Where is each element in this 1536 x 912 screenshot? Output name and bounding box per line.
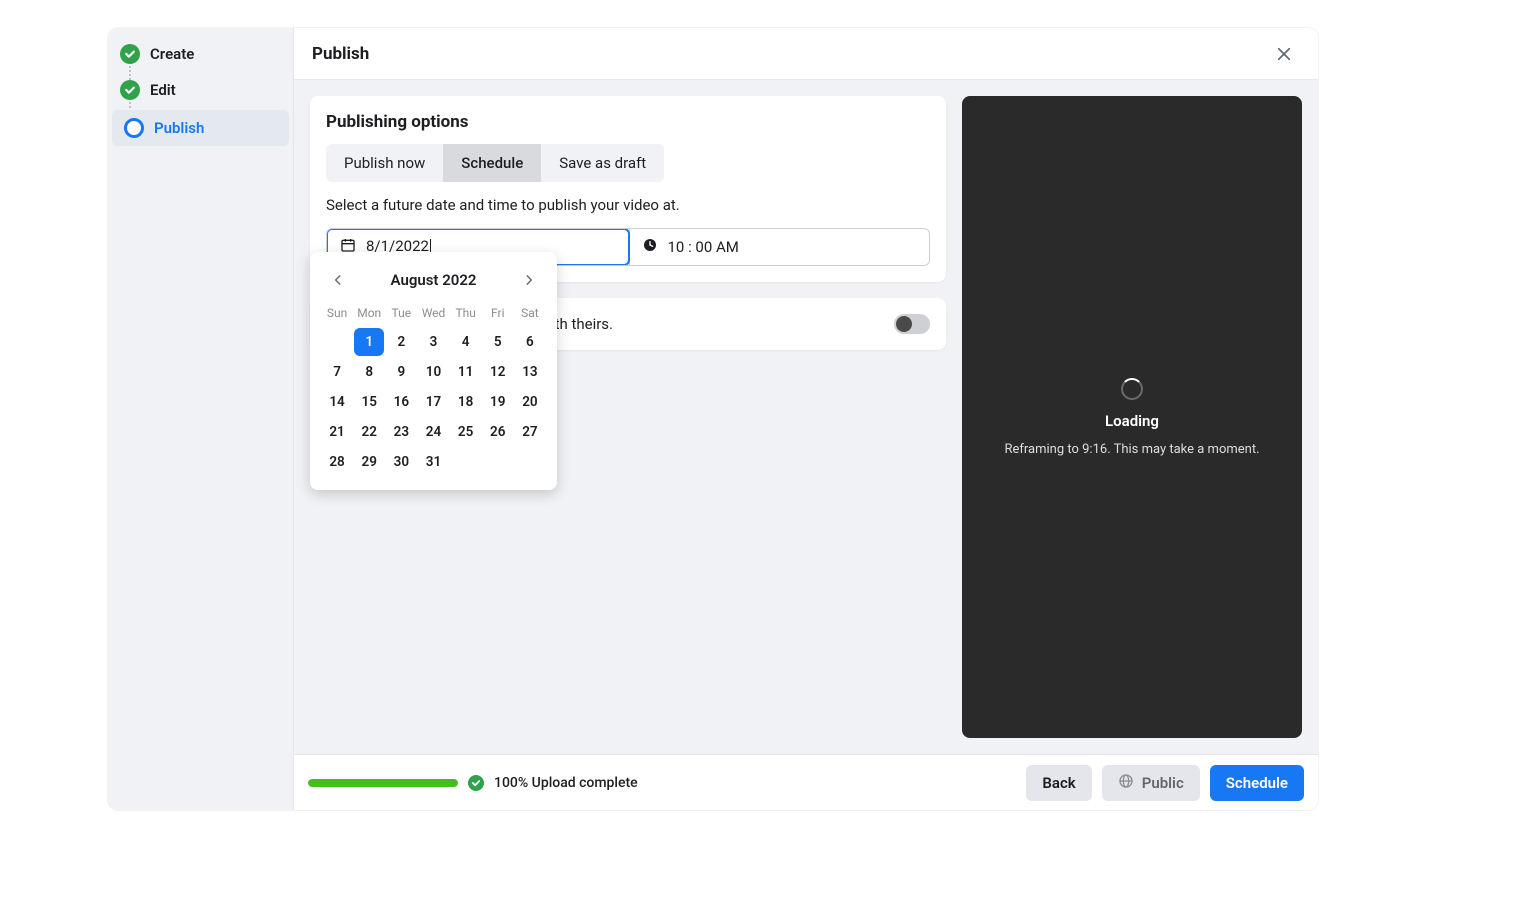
- current-step-icon: [124, 118, 144, 138]
- upload-progress-bar: [308, 779, 458, 787]
- calendar-day[interactable]: 16: [386, 388, 416, 416]
- calendar-day[interactable]: 30: [386, 448, 416, 476]
- calendar-day[interactable]: 28: [322, 448, 352, 476]
- close-button[interactable]: [1268, 38, 1300, 70]
- dialog-header: Publish: [294, 28, 1318, 80]
- calendar-day[interactable]: 25: [451, 418, 481, 446]
- page-title: Publish: [312, 44, 369, 64]
- main-panel: Publish Publishing options Publish now S…: [293, 28, 1318, 810]
- stepper-sidebar: Create Edit Publish: [108, 28, 293, 810]
- calendar-day[interactable]: 19: [483, 388, 513, 416]
- calendar-day[interactable]: 13: [515, 358, 545, 386]
- upload-status-text: 100% Upload complete: [494, 775, 638, 791]
- calendar-day[interactable]: 29: [354, 448, 384, 476]
- calendar-grid: SunMonTueWedThuFriSat1234567891011121314…: [322, 302, 545, 476]
- calendar-day[interactable]: 26: [483, 418, 513, 446]
- calendar-day[interactable]: 24: [418, 418, 448, 446]
- calendar-dow: Fri: [483, 302, 513, 326]
- next-month-button[interactable]: [517, 268, 541, 292]
- schedule-button[interactable]: Schedule: [1210, 765, 1304, 801]
- toggle-knob: [896, 316, 912, 332]
- preview-loading-title: Loading: [1105, 412, 1159, 430]
- calendar-day[interactable]: 15: [354, 388, 384, 416]
- audience-button[interactable]: Public: [1102, 765, 1200, 801]
- check-icon: [120, 44, 140, 64]
- calendar-day[interactable]: 5: [483, 328, 513, 356]
- calendar-month-label: August 2022: [391, 271, 477, 289]
- check-icon: [120, 80, 140, 100]
- calendar-day[interactable]: 4: [451, 328, 481, 356]
- video-preview-panel: Loading Reframing to 9:16. This may take…: [962, 96, 1302, 738]
- calendar-dow: Sat: [515, 302, 545, 326]
- calendar-day[interactable]: 8: [354, 358, 384, 386]
- globe-icon: [1118, 773, 1134, 793]
- calendar-day[interactable]: 18: [451, 388, 481, 416]
- audience-label: Public: [1142, 774, 1184, 792]
- step-label: Create: [150, 45, 194, 63]
- calendar-day[interactable]: 31: [418, 448, 448, 476]
- calendar-day[interactable]: 9: [386, 358, 416, 386]
- calendar-day[interactable]: 6: [515, 328, 545, 356]
- date-picker-popover: August 2022 SunMonTueWedThuFriSat1234567…: [310, 252, 557, 490]
- calendar-dow: Tue: [386, 302, 416, 326]
- calendar-day[interactable]: 20: [515, 388, 545, 416]
- remix-toggle[interactable]: [894, 314, 930, 334]
- upload-status: 100% Upload complete: [308, 775, 638, 791]
- section-title: Publishing options: [326, 112, 930, 132]
- step-create[interactable]: Create: [108, 36, 293, 72]
- calendar-dow: Wed: [418, 302, 448, 326]
- schedule-hint: Select a future date and time to publish…: [326, 196, 930, 214]
- tab-schedule[interactable]: Schedule: [443, 144, 541, 182]
- tab-save-draft[interactable]: Save as draft: [541, 144, 664, 182]
- step-edit[interactable]: Edit: [108, 72, 293, 108]
- calendar-day[interactable]: 22: [354, 418, 384, 446]
- calendar-day[interactable]: 23: [386, 418, 416, 446]
- calendar-day[interactable]: 1: [354, 328, 384, 356]
- calendar-dow: Mon: [354, 302, 384, 326]
- publish-dialog: Create Edit Publish Publish Publishi: [108, 28, 1318, 810]
- calendar-day[interactable]: 12: [483, 358, 513, 386]
- step-label: Publish: [154, 119, 204, 137]
- time-input[interactable]: 10 : 00 AM: [629, 229, 930, 265]
- calendar-dow: Sun: [322, 302, 352, 326]
- calendar-day[interactable]: 17: [418, 388, 448, 416]
- dialog-footer: 100% Upload complete Back Public Schedul…: [294, 754, 1318, 810]
- calendar-day[interactable]: 27: [515, 418, 545, 446]
- step-label: Edit: [150, 81, 176, 99]
- step-publish[interactable]: Publish: [112, 110, 289, 146]
- prev-month-button[interactable]: [326, 268, 350, 292]
- spinner-icon: [1121, 378, 1143, 400]
- calendar-day[interactable]: 21: [322, 418, 352, 446]
- calendar-day[interactable]: 14: [322, 388, 352, 416]
- time-value: 10 : 00 AM: [668, 238, 739, 256]
- calendar-day[interactable]: 2: [386, 328, 416, 356]
- tab-publish-now[interactable]: Publish now: [326, 144, 443, 182]
- calendar-day[interactable]: 3: [418, 328, 448, 356]
- preview-loading-subtitle: Reframing to 9:16. This may take a momen…: [1004, 442, 1259, 457]
- clock-icon: [642, 237, 658, 257]
- check-icon: [468, 775, 484, 791]
- publishing-options-card: Publishing options Publish now Schedule …: [310, 96, 946, 282]
- calendar-day[interactable]: 7: [322, 358, 352, 386]
- back-button[interactable]: Back: [1026, 765, 1091, 801]
- calendar-dow: Thu: [451, 302, 481, 326]
- calendar-day[interactable]: 10: [418, 358, 448, 386]
- publish-mode-segmented: Publish now Schedule Save as draft: [326, 144, 664, 182]
- calendar-day[interactable]: 11: [451, 358, 481, 386]
